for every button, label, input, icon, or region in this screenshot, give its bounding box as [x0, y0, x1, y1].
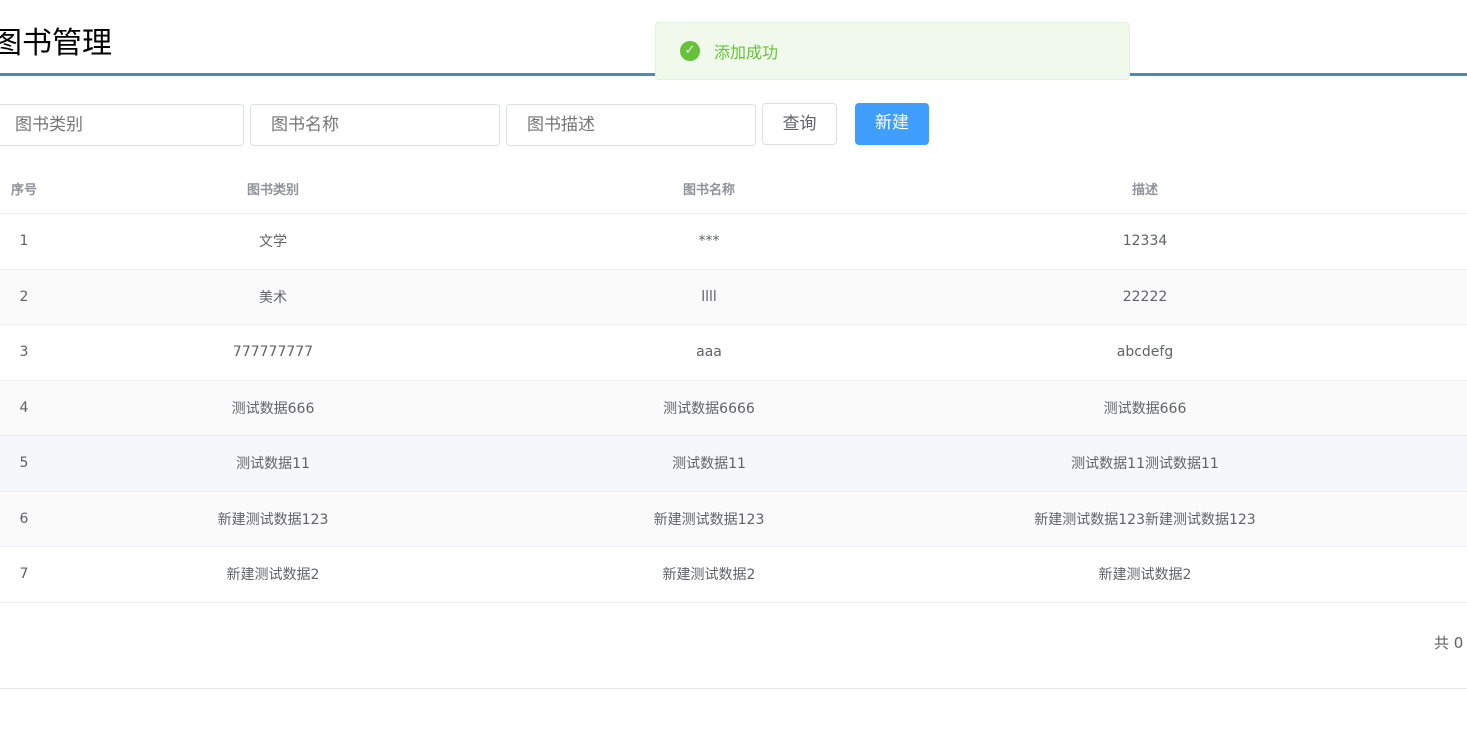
cell-description: 12334: [1122, 233, 1168, 250]
header-description: 描述: [1131, 183, 1158, 198]
cell-description: abcdefg: [1116, 344, 1174, 361]
cell-name: llll: [701, 288, 717, 305]
cell-name: 新建测试数据123: [653, 511, 765, 528]
cell-category: 新建测试数据2: [226, 567, 320, 584]
cell-name: ***: [698, 233, 720, 250]
table-row[interactable]: 4 测试数据666 测试数据6666 测试数据666: [0, 380, 1467, 436]
toast-message: 添加成功: [714, 43, 779, 62]
cell-index: 5: [19, 455, 29, 472]
header-index: 序号: [10, 183, 37, 198]
cell-category: 新建测试数据123: [217, 511, 329, 528]
category-search-input[interactable]: [0, 104, 244, 146]
cell-description: 新建测试数据123新建测试数据123: [1034, 511, 1256, 528]
cell-category: 777777777: [232, 344, 314, 361]
cell-category: 测试数据11: [236, 456, 310, 473]
table-header: 序号 图书类别 图书名称 描述: [0, 164, 1467, 214]
page-title: 图书管理: [0, 26, 112, 61]
cell-name: 测试数据11: [672, 456, 746, 473]
books-table: 序号 图书类别 图书名称 描述 1 文学 *** 12334 2 美术 llll 22222 3…: [0, 164, 1467, 603]
cell-name: aaa: [696, 344, 722, 361]
query-button[interactable]: 查询: [762, 103, 837, 145]
cell-description: 22222: [1122, 288, 1168, 305]
pagination-total: 共 0: [1434, 634, 1464, 652]
table-row[interactable]: 1 文学 *** 12334: [0, 214, 1467, 270]
table-row[interactable]: 7 新建测试数据2 新建测试数据2 新建测试数据2: [0, 547, 1467, 603]
footer-divider: [0, 688, 1467, 689]
cell-index: 2: [19, 288, 29, 305]
cell-description: 测试数据11测试数据11: [1071, 456, 1219, 473]
cell-name: 测试数据6666: [663, 400, 755, 417]
check-circle-icon: ✓: [680, 41, 700, 61]
cell-index: 3: [19, 344, 29, 361]
cell-name: 新建测试数据2: [662, 567, 756, 584]
header-category: 图书类别: [246, 183, 299, 198]
cell-category: 测试数据666: [231, 400, 315, 417]
name-search-input[interactable]: [250, 104, 500, 146]
cell-index: 6: [19, 510, 29, 527]
table-row[interactable]: 6 新建测试数据123 新建测试数据123 新建测试数据123新建测试数据123: [0, 491, 1467, 547]
cell-description: 新建测试数据2: [1098, 567, 1192, 584]
table-row[interactable]: 3 777777777 aaa abcdefg: [0, 325, 1467, 381]
cell-index: 4: [19, 399, 29, 416]
table-row[interactable]: 5 测试数据11 测试数据11 测试数据11测试数据11: [0, 436, 1467, 492]
cell-description: 测试数据666: [1103, 400, 1187, 417]
cell-index: 1: [19, 233, 29, 250]
table-row[interactable]: 2 美术 llll 22222: [0, 269, 1467, 325]
cell-category: 美术: [259, 289, 287, 306]
success-toast: ✓ 添加成功: [655, 22, 1130, 80]
desc-search-input[interactable]: [506, 104, 756, 146]
cell-category: 文学: [259, 234, 287, 251]
new-button[interactable]: 新建: [855, 103, 929, 145]
cell-index: 7: [19, 566, 29, 583]
header-name: 图书名称: [682, 183, 735, 198]
